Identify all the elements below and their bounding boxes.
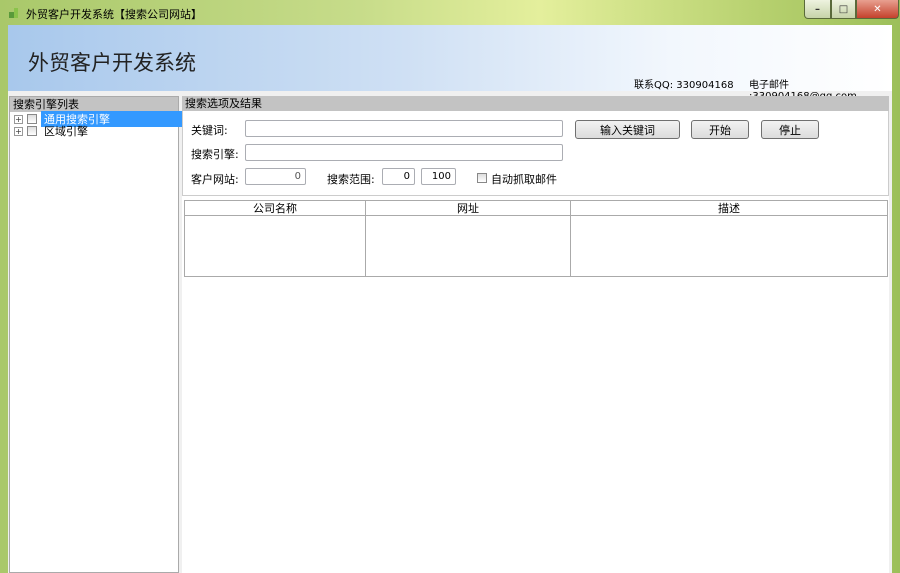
banner: 外贸客户开发系统 联系QQ: 330904168 电子邮件 :330904168… [8,25,892,102]
expand-icon[interactable]: + [14,114,23,124]
site-count-input[interactable]: 0 [245,168,306,185]
banner-title: 外贸客户开发系统 [28,51,196,75]
tree-checkbox[interactable] [27,126,37,136]
expand-icon[interactable]: + [14,126,23,136]
window-title: 外贸客户开发系统【搜索公司网站】 [26,8,202,21]
tree-item-general[interactable]: + 通用搜索引擎 [14,111,187,127]
range-to-input[interactable]: 100 [421,168,456,185]
auto-email-checkbox[interactable] [477,173,487,183]
app-icon [9,8,18,18]
search-panel: 搜索选项及结果 关键词: 搜索引擎: 客户网站: 0 搜索范围: 0 100 自… [182,96,889,573]
title-bar: 外贸客户开发系统【搜索公司网站】 – □ ✕ [0,0,900,25]
engine-input[interactable] [245,144,563,161]
contact-qq: 联系QQ: 330904168 [634,80,734,91]
keyword-input[interactable] [245,120,563,137]
tree-item-regional[interactable]: + 区域引擎 [14,125,91,138]
column-company-name[interactable]: 公司名称 [185,201,366,216]
maximize-button[interactable]: □ [831,0,856,19]
engine-label: 搜索引擎: [191,148,239,161]
tree-checkbox[interactable] [27,114,37,124]
close-button[interactable]: ✕ [856,0,899,19]
left-panel-header: 搜索引擎列表 [10,97,178,112]
range-label: 搜索范围: [327,173,375,186]
minimize-button[interactable]: – [804,0,831,19]
client-area: 外贸客户开发系统 联系QQ: 330904168 电子邮件 :330904168… [8,25,892,573]
range-from-input[interactable]: 0 [382,168,415,185]
start-button[interactable]: 开始 [691,120,749,139]
search-options: 关键词: 搜索引擎: 客户网站: 0 搜索范围: 0 100 自动抓取邮件 输入… [182,111,889,196]
column-url[interactable]: 网址 [366,201,571,216]
column-divider [365,216,366,276]
column-divider [570,216,571,276]
keyword-label: 关键词: [191,124,228,137]
search-engine-tree: 搜索引擎列表 + 通用搜索引擎 + 区域引擎 [9,96,187,573]
site-label: 客户网站: [191,173,239,186]
input-keyword-button[interactable]: 输入关键词 [575,120,680,139]
column-description[interactable]: 描述 [571,201,887,216]
stop-button[interactable]: 停止 [761,120,819,139]
results-grid[interactable]: 公司名称 网址 描述 [184,200,888,277]
right-panel-header: 搜索选项及结果 [182,96,889,111]
tree-item-label: 区域引擎 [44,125,88,138]
auto-email-label: 自动抓取邮件 [491,173,557,186]
